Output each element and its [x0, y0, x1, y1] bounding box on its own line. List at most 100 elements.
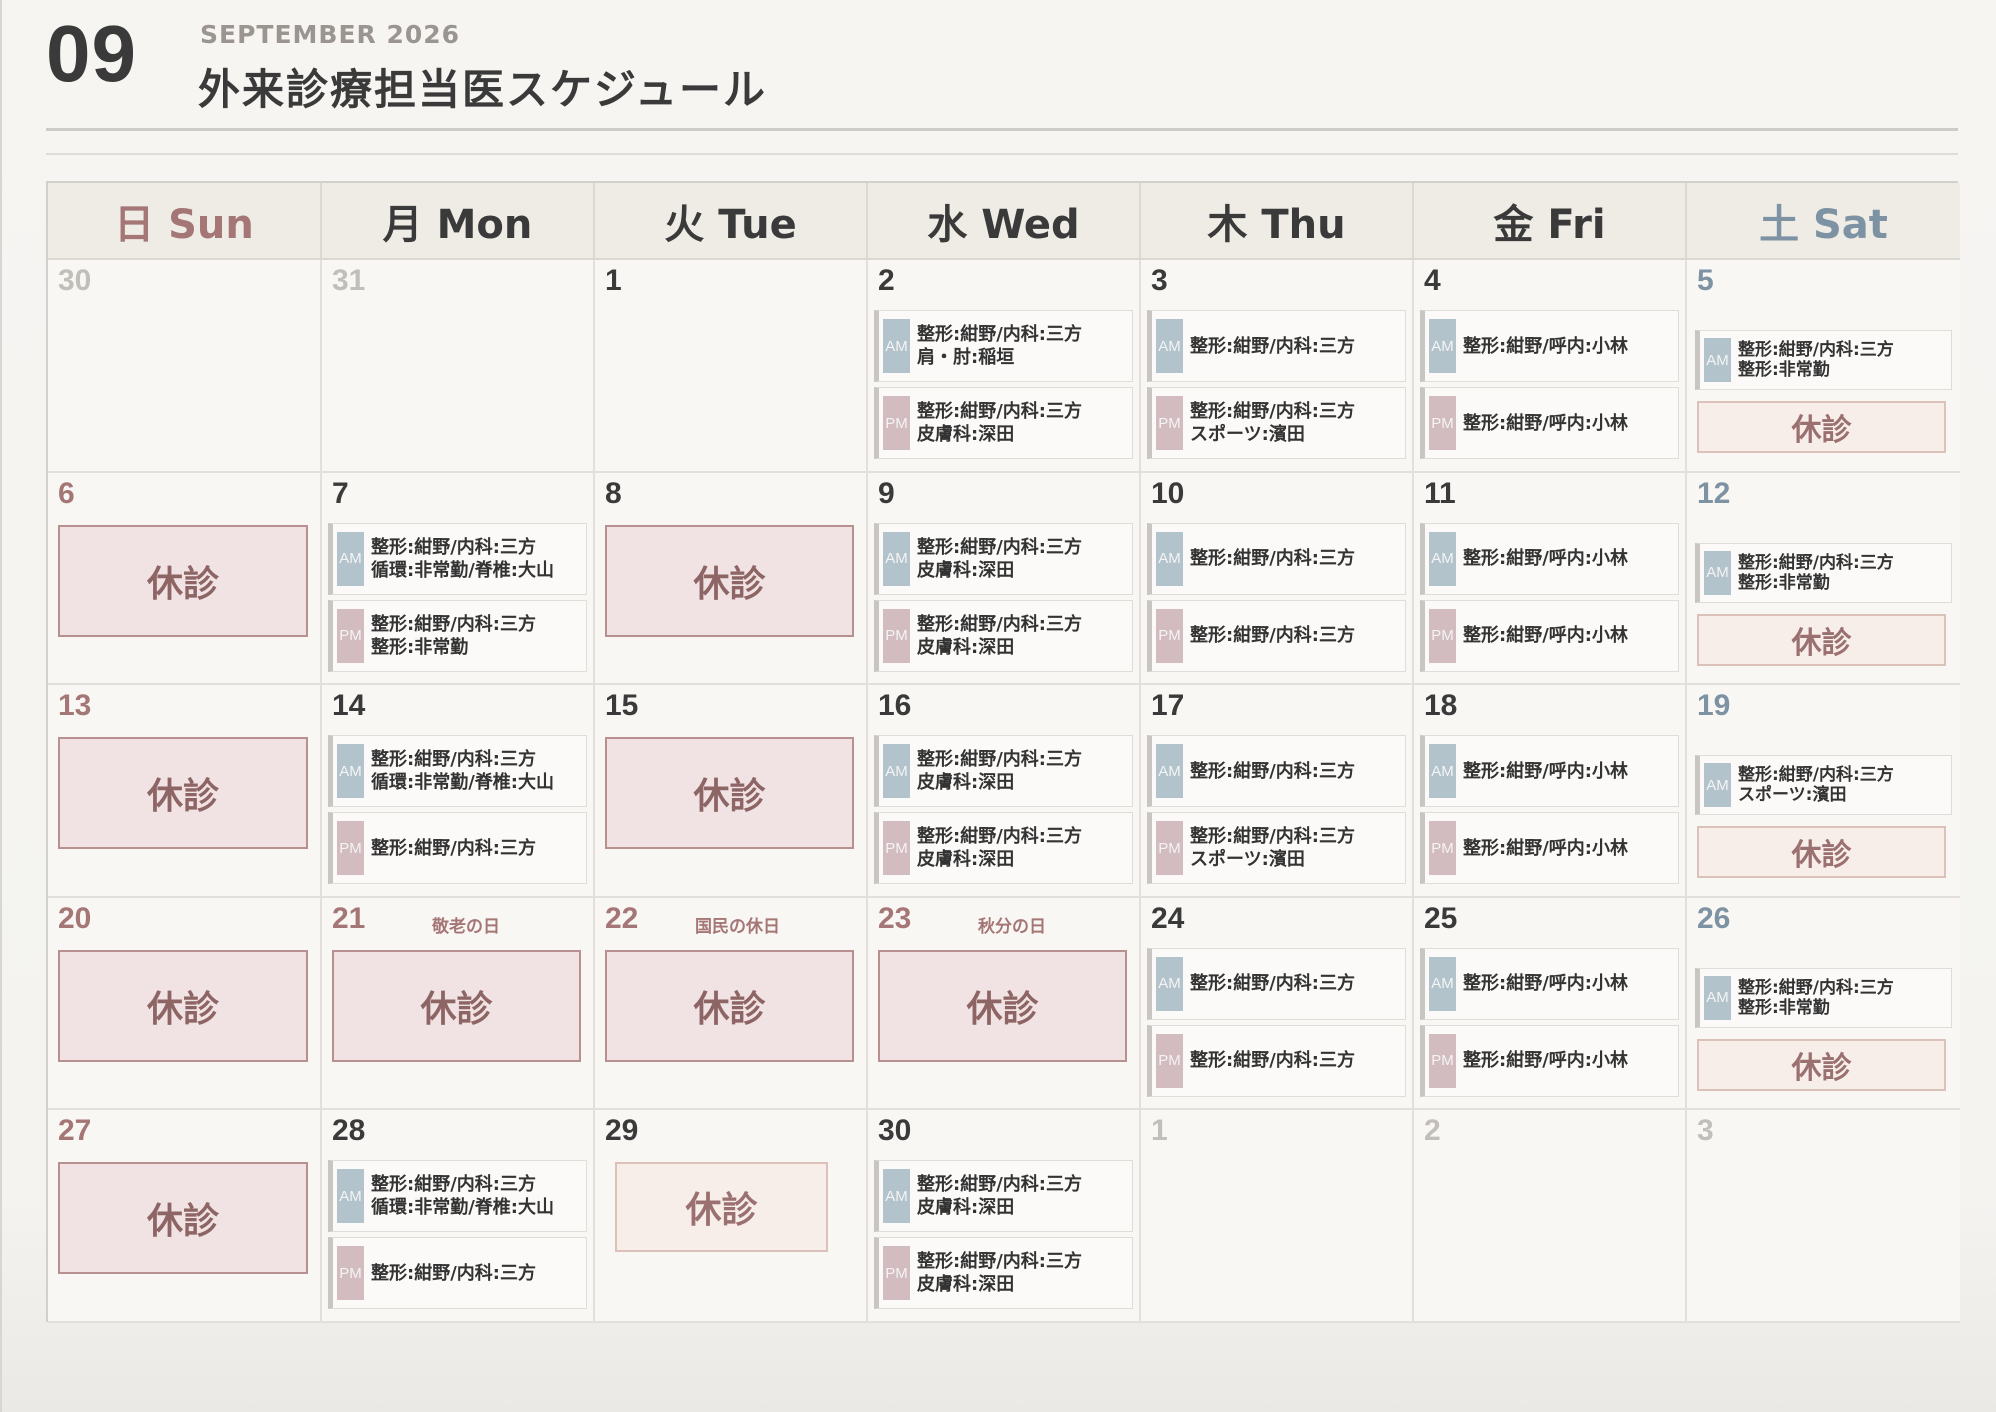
- doctor-line: 整形:紺野/内科:三方: [917, 613, 1082, 635]
- day-number: 26: [1697, 901, 1731, 935]
- day-cell[interactable]: 26 AM 整形:紺野/内科:三方 整形:非常勤 休診: [1687, 897, 1960, 1111]
- day-cell[interactable]: 6 休診: [48, 472, 322, 686]
- day-number: 10: [1151, 476, 1185, 510]
- day-cell[interactable]: 30: [48, 260, 322, 473]
- weekday-header: 水 Wed: [868, 183, 1141, 260]
- day-cell[interactable]: 3: [1687, 1110, 1960, 1323]
- doctor-line: 整形:非常勤: [1738, 360, 1830, 380]
- doctor-line: 皮膚科:深田: [917, 636, 1015, 658]
- pm-slot: PM 整形:紺野/内科:三方 皮膚科:深田: [874, 812, 1133, 885]
- day-cell[interactable]: 15 休診: [595, 685, 868, 898]
- doctor-line: 整形:紺野/呼内:小林: [1463, 1050, 1628, 1072]
- pm-tag: PM: [1156, 608, 1183, 663]
- day-cell[interactable]: 2 AM 整形:紺野/内科:三方 肩・肘:稲垣 PM 整形:紺野/内科:三方 皮膚科:深田: [868, 260, 1141, 473]
- weekday-header-row: 日 Sun 月 Mon 火 Tue 水 Wed 木 Thu 金 Fri 土 Sat: [48, 183, 1960, 260]
- pm-tag: PM: [1429, 821, 1456, 876]
- day-cell[interactable]: 3 AM 整形:紺野/内科:三方 PM 整形:紺野/内科:三方 スポーツ:濱田: [1141, 260, 1414, 473]
- am-slot: AM 整形:紺野/呼内:小林: [1420, 310, 1679, 382]
- day-cell[interactable]: 23 秋分の日 休診: [868, 897, 1141, 1111]
- closed-pm-badge: 休診: [1697, 826, 1946, 879]
- doctor-line: 整形:紺野/内科:三方: [371, 1262, 536, 1284]
- day-cell[interactable]: 10 AM 整形:紺野/内科:三方 PM 整形:紺野/内科:三方: [1141, 472, 1414, 686]
- day-cell[interactable]: 25 AM 整形:紺野/呼内:小林 PM 整形:紺野/呼内:小林: [1414, 897, 1687, 1111]
- day-number: 1: [1151, 1114, 1168, 1148]
- am-slot: AM 整形:紺野/内科:三方 皮膚科:深田: [874, 1160, 1133, 1233]
- am-slot: AM 整形:紺野/内科:三方 皮膚科:深田: [874, 522, 1133, 595]
- closed-pm-badge: 休診: [1697, 401, 1946, 453]
- day-number: 4: [1424, 264, 1441, 297]
- doctor-line: 整形:紺野/内科:三方: [1190, 625, 1355, 647]
- day-cell[interactable]: 21 敬老の日 休診: [322, 897, 595, 1111]
- pm-slot: PM 整形:紺野/呼内:小林: [1420, 1024, 1679, 1097]
- pm-tag: PM: [1156, 396, 1183, 450]
- am-slot: AM 整形:紺野/内科:三方: [1147, 947, 1406, 1020]
- day-cell[interactable]: 29 休診: [595, 1110, 868, 1323]
- day-cell[interactable]: 4 AM 整形:紺野/呼内:小林 PM 整形:紺野/呼内:小林: [1414, 260, 1687, 473]
- day-cell[interactable]: 1: [1141, 1110, 1414, 1323]
- day-number: 29: [605, 1114, 639, 1148]
- doctor-line: 整形:紺野/内科:三方: [1738, 765, 1894, 786]
- day-cell[interactable]: 9 AM 整形:紺野/内科:三方 皮膚科:深田 PM 整形:紺野/内科:三方 皮膚科:深田: [868, 472, 1141, 686]
- day-cell[interactable]: 13 休診: [48, 685, 322, 898]
- day-cell[interactable]: 28 AM 整形:紺野/内科:三方 循環:非常勤/脊椎:大山 PM 整形:紺野/内科:三方: [322, 1110, 595, 1323]
- day-cell[interactable]: 11 AM 整形:紺野/呼内:小林 PM 整形:紺野/呼内:小林: [1414, 472, 1687, 686]
- doctor-line: 整形:紺野/内科:三方: [917, 749, 1082, 771]
- day-cell[interactable]: 27 休診: [48, 1110, 322, 1323]
- day-number: 9: [878, 476, 895, 510]
- day-cell[interactable]: 30 AM 整形:紺野/内科:三方 皮膚科:深田 PM 整形:紺野/内科:三方 皮膚科:深田: [868, 1110, 1141, 1323]
- doctor-line: 整形:紺野/内科:三方: [1190, 401, 1355, 422]
- day-cell[interactable]: 31: [322, 260, 595, 473]
- day-number: 1: [605, 264, 622, 297]
- pm-tag: PM: [1429, 1033, 1456, 1088]
- weekday-header: 土 Sat: [1687, 183, 1960, 260]
- day-cell[interactable]: 8 休診: [595, 472, 868, 686]
- day-cell[interactable]: 14 AM 整形:紺野/内科:三方 循環:非常勤/脊椎:大山 PM 整形:紺野/内科:三方: [322, 685, 595, 898]
- day-number: 14: [332, 689, 366, 723]
- pm-slot: PM 整形:紺野/内科:三方: [328, 1237, 587, 1310]
- day-number: 2: [1424, 1114, 1441, 1148]
- day-cell[interactable]: 1: [595, 260, 868, 473]
- doctor-line: 循環:非常勤/脊椎:大山: [371, 772, 554, 794]
- day-cell[interactable]: 20 休診: [48, 897, 322, 1111]
- pm-slot: PM 整形:紺野/内科:三方: [328, 812, 587, 885]
- pm-tag: PM: [1429, 608, 1456, 663]
- am-tag: AM: [1156, 956, 1183, 1011]
- doctor-line: スポーツ:濱田: [1190, 424, 1305, 445]
- doctor-line: 整形:紺野/呼内:小林: [1463, 335, 1628, 357]
- closed-badge: 休診: [878, 949, 1127, 1062]
- day-cell[interactable]: 18 AM 整形:紺野/呼内:小林 PM 整形:紺野/呼内:小林: [1414, 685, 1687, 898]
- doctor-line: 整形:紺野/内科:三方: [917, 1251, 1082, 1273]
- day-cell[interactable]: 7 AM 整形:紺野/内科:三方 循環:非常勤/脊椎:大山 PM 整形:紺野/内科:三方整…: [322, 472, 595, 686]
- day-cell[interactable]: 12 AM 整形:紺野/内科:三方 整形:非常勤 休診: [1687, 472, 1960, 686]
- closed-badge: 休診: [605, 949, 854, 1062]
- am-tag: AM: [1429, 319, 1456, 373]
- doctor-line: 整形:紺野/内科:三方: [1190, 760, 1355, 782]
- doctor-line: 循環:非常勤/脊椎:大山: [371, 559, 554, 581]
- day-cell[interactable]: 24 AM 整形:紺野/内科:三方 PM 整形:紺野/内科:三方: [1141, 897, 1414, 1111]
- doctor-line: スポーツ:濱田: [1738, 785, 1847, 806]
- day-cell[interactable]: 22 国民の休日 休診: [595, 897, 868, 1111]
- day-number: 3: [1697, 1114, 1714, 1148]
- day-number: 12: [1697, 476, 1731, 510]
- month-number: 09: [46, 9, 137, 98]
- doctor-line: 整形:紺野/内科:三方: [1190, 548, 1355, 570]
- pm-slot: PM 整形:紺野/内科:三方 スポーツ:濱田: [1147, 387, 1406, 459]
- doctor-line: 整形:紺野/呼内:小林: [1463, 625, 1628, 647]
- doctor-line: 整形:紺野/内科:三方: [917, 324, 1082, 345]
- day-number: 24: [1151, 901, 1185, 935]
- day-number: 30: [878, 1114, 912, 1148]
- am-slot: AM 整形:紺野/内科:三方: [1147, 735, 1406, 808]
- doctor-line: 循環:非常勤/脊椎:大山: [371, 1197, 554, 1219]
- closed-badge: 休診: [332, 949, 581, 1062]
- day-cell[interactable]: 2: [1414, 1110, 1687, 1323]
- day-cell[interactable]: 17 AM 整形:紺野/内科:三方 PM 整形:紺野/内科:三方 スポーツ:濱田: [1141, 685, 1414, 898]
- day-number: 2: [878, 264, 895, 297]
- day-cell[interactable]: 5 AM 整形:紺野/内科:三方 整形:非常勤 休診: [1687, 260, 1960, 473]
- day-cell[interactable]: 19 AM 整形:紺野/内科:三方 スポーツ:濱田 休診: [1687, 685, 1960, 898]
- am-slot: AM 整形:紺野/呼内:小林: [1420, 947, 1679, 1020]
- day-number: 7: [332, 476, 349, 510]
- day-cell[interactable]: 16 AM 整形:紺野/内科:三方 皮膚科:深田 PM 整形:紺野/内科:三方 皮膚科:深田: [868, 685, 1141, 898]
- doctor-line: 皮膚科:深田: [917, 772, 1015, 794]
- day-number: 31: [332, 264, 366, 297]
- closed-badge: 休診: [58, 1162, 308, 1275]
